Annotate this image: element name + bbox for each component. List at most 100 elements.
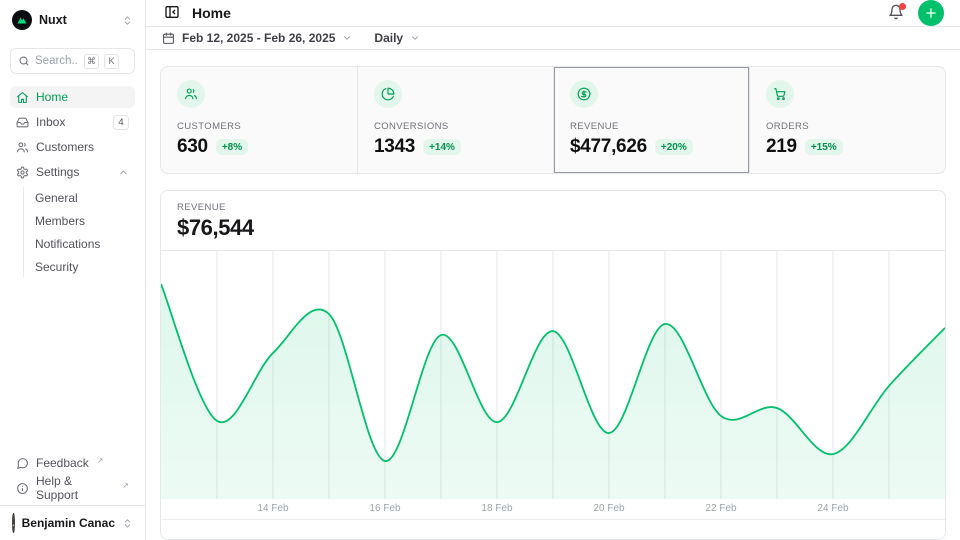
sidebar-item-customers[interactable]: Customers — [10, 136, 135, 158]
notification-dot — [899, 3, 906, 10]
granularity-label: Daily — [374, 31, 403, 45]
x-tick-label: 24 Feb — [817, 503, 848, 514]
notifications-button[interactable] — [886, 2, 906, 25]
chevron-down-icon — [342, 33, 352, 43]
users-icon — [16, 141, 29, 154]
sidebar-item-label: Notifications — [35, 237, 100, 251]
nuxt-logo-icon — [12, 10, 32, 30]
chart-plot — [161, 251, 945, 499]
user-name: Benjamin Canac — [22, 516, 115, 530]
info-icon — [16, 482, 29, 495]
stat-value: 630 — [177, 136, 208, 158]
dollar-circle-icon — [570, 80, 598, 108]
sidebar-item-label: Feedback — [36, 456, 89, 470]
app-window: Nuxt ⌘ K Home Inb — [0, 0, 960, 540]
inbox-count-badge: 4 — [113, 115, 129, 130]
chart-x-axis: 14 Feb 16 Feb 18 Feb 20 Feb 22 Feb 24 Feb — [161, 499, 945, 520]
x-tick-label: 18 Feb — [481, 503, 512, 514]
workspace-name: Nuxt — [39, 13, 115, 27]
sidebar-item-label: Inbox — [36, 115, 65, 129]
date-range-label: Feb 12, 2025 - Feb 26, 2025 — [182, 31, 335, 45]
inbox-icon — [16, 116, 29, 129]
search-field[interactable] — [35, 55, 79, 67]
stat-card-customers[interactable]: CUSTOMERS 630 +8% — [161, 67, 357, 173]
stat-delta-badge: +20% — [655, 139, 693, 155]
kbd-meta: ⌘ — [84, 54, 99, 69]
sidebar-item-label: Settings — [36, 165, 79, 179]
add-button[interactable] — [918, 0, 944, 26]
granularity-select[interactable]: Daily — [374, 31, 420, 45]
external-link-icon: ↗ — [122, 481, 129, 490]
users-icon — [177, 80, 205, 108]
chart-header: REVENUE $76,544 — [161, 191, 945, 251]
stat-label: CUSTOMERS — [177, 121, 341, 132]
dashboard-content: CUSTOMERS 630 +8% CONVERSIONS 1343 +14% — [146, 50, 960, 540]
sidebar: Nuxt ⌘ K Home Inb — [0, 0, 146, 540]
shopping-cart-icon — [766, 80, 794, 108]
sidebar-item-label: Security — [35, 260, 78, 274]
stat-label: ORDERS — [766, 121, 929, 132]
sidebar-item-members[interactable]: Members — [35, 210, 135, 231]
sidebar-item-label: Help & Support — [36, 474, 114, 502]
kbd-k: K — [104, 54, 119, 69]
top-header: Home — [146, 0, 960, 27]
stat-value: 219 — [766, 136, 797, 158]
workspace-switcher[interactable]: Nuxt — [0, 0, 145, 40]
panel-left-close-icon — [164, 4, 180, 20]
x-tick-label: 16 Feb — [369, 503, 400, 514]
stat-card-revenue[interactable]: REVENUE $477,626 +20% — [553, 67, 749, 173]
sidebar-nav: Home Inbox 4 Customers Sett — [0, 78, 145, 277]
sidebar-item-settings[interactable]: Settings — [10, 161, 135, 183]
x-tick-label: 22 Feb — [705, 503, 736, 514]
chart-metric-value: $76,544 — [177, 215, 929, 241]
x-tick-label: 20 Feb — [593, 503, 624, 514]
sidebar-item-label: General — [35, 191, 78, 205]
sidebar-item-general[interactable]: General — [35, 187, 135, 208]
plus-icon — [924, 6, 938, 20]
settings-submenu: General Members Notifications Security — [23, 187, 135, 277]
date-range-picker[interactable]: Feb 12, 2025 - Feb 26, 2025 — [162, 31, 352, 45]
chart-metric-label: REVENUE — [177, 202, 929, 213]
house-icon — [16, 91, 29, 104]
stat-card-conversions[interactable]: CONVERSIONS 1343 +14% — [357, 67, 553, 173]
user-menu[interactable]: Benjamin Canac — [0, 505, 145, 540]
sidebar-item-security[interactable]: Security — [35, 256, 135, 277]
search-input[interactable]: ⌘ K — [10, 48, 135, 74]
gear-icon — [16, 166, 29, 179]
help-support-link[interactable]: Help & Support ↗ — [10, 477, 135, 499]
stat-label: CONVERSIONS — [374, 121, 537, 132]
chevron-down-icon — [410, 33, 420, 43]
chevron-up-icon — [118, 167, 129, 178]
stat-value: 1343 — [374, 136, 415, 158]
sidebar-item-home[interactable]: Home — [10, 86, 135, 108]
avatar — [12, 513, 15, 533]
feedback-link[interactable]: Feedback ↗ — [10, 452, 135, 474]
page-title: Home — [192, 5, 231, 21]
filters-toolbar: Feb 12, 2025 - Feb 26, 2025 Daily — [146, 27, 960, 50]
stat-delta-badge: +15% — [805, 139, 843, 155]
external-link-icon: ↗ — [97, 456, 104, 465]
message-circle-icon — [16, 457, 29, 470]
stat-card-orders[interactable]: ORDERS 219 +15% — [749, 67, 945, 173]
x-tick-label: 14 Feb — [257, 503, 288, 514]
stat-label: REVENUE — [570, 121, 733, 132]
sidebar-item-label: Members — [35, 214, 85, 228]
revenue-chart-card: REVENUE $76,544 14 Feb 16 Feb 18 Feb 20 Feb… — [160, 190, 946, 540]
sidebar-item-inbox[interactable]: Inbox 4 — [10, 111, 135, 133]
collapse-sidebar-button[interactable] — [162, 2, 182, 25]
revenue-area-chart — [161, 251, 945, 499]
stats-grid: CUSTOMERS 630 +8% CONVERSIONS 1343 +14% — [160, 66, 946, 174]
calendar-icon — [162, 32, 175, 45]
main-area: Home Fe — [146, 0, 960, 540]
sidebar-footer: Feedback ↗ Help & Support ↗ — [0, 452, 145, 505]
sidebar-item-label: Customers — [36, 140, 94, 154]
pie-chart-icon — [374, 80, 402, 108]
stat-value: $477,626 — [570, 136, 647, 158]
search-icon — [18, 55, 30, 67]
sidebar-item-notifications[interactable]: Notifications — [35, 233, 135, 254]
stat-delta-badge: +8% — [216, 139, 248, 155]
sidebar-item-label: Home — [36, 90, 68, 104]
chevrons-up-down-icon — [122, 518, 133, 529]
stat-delta-badge: +14% — [423, 139, 461, 155]
chevrons-up-down-icon — [122, 15, 133, 26]
